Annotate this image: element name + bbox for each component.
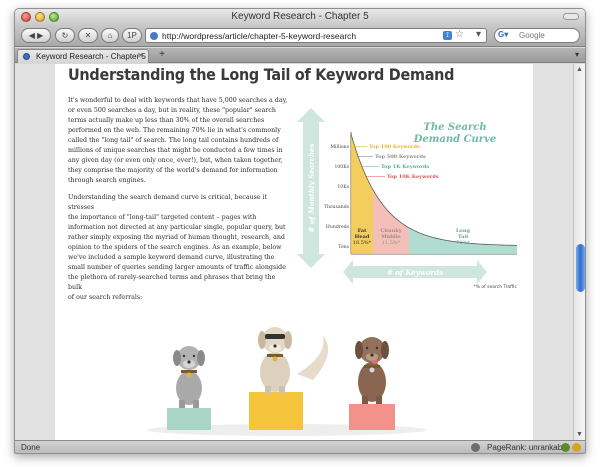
pagerank-status[interactable]: PageRank: unrankable xyxy=(487,443,568,452)
paragraph-line: information not directed at any particul… xyxy=(68,224,286,231)
search-box[interactable]: G▾ xyxy=(494,28,580,43)
paragraph-line: through search engines. xyxy=(68,177,146,184)
status-bar: Done PageRank: unrankable xyxy=(15,440,585,453)
paragraph-line: the plethora of rarely-searched terms an… xyxy=(68,274,276,291)
paragraph-line: they comprise the majority of the world'… xyxy=(68,167,278,174)
y-tick-label: 10Ks xyxy=(337,184,349,190)
segment-percent: 11.5%* xyxy=(382,240,401,246)
paragraph-line: It's wonderful to deal with keywords tha… xyxy=(68,97,288,104)
browser-window: Keyword Research - Chapter 5 ◀ ▶ ↻ ✕ ⌂ 1… xyxy=(14,8,586,454)
podium-left xyxy=(167,346,211,430)
page-title: Understanding the Long Tail of Keyword D… xyxy=(68,65,455,84)
site-identity-icon[interactable] xyxy=(150,32,158,40)
paragraph-line: any given day (or even only once, ever!)… xyxy=(68,157,283,164)
window-title: Keyword Research - Chapter 5 xyxy=(231,11,369,22)
address-bar[interactable]: http://wordpress/article/chapter-5-keywo… xyxy=(145,28,487,43)
google-engine-icon[interactable]: G▾ xyxy=(498,30,516,41)
chart-footnote: *% of search Traffic xyxy=(473,284,517,290)
x-axis-label: # of Keywords xyxy=(387,268,443,277)
stop-button[interactable]: ✕ xyxy=(78,28,98,43)
gray-dog-icon xyxy=(173,346,205,408)
paragraph-long-tail-intro: It's wonderful to deal with keywords tha… xyxy=(68,96,288,186)
annotation-label: Top 1K Keywords xyxy=(381,164,429,170)
tab-bar: Keyword Research - Chapter 5 ✕ + ▾ xyxy=(15,48,585,63)
dogs-on-podiums-illustration xyxy=(147,327,427,436)
y-tick-label: 100Ks xyxy=(334,164,349,170)
paragraph-line: terms actually make up less than 30% of … xyxy=(68,117,265,124)
addon-icon[interactable] xyxy=(561,443,570,452)
podium-center xyxy=(249,327,329,430)
segment-percent: 70%* xyxy=(456,240,470,246)
article-page: Understanding the Long Tail of Keyword D… xyxy=(55,64,533,440)
title-bar: Keyword Research - Chapter 5 xyxy=(15,9,585,25)
bookmark-star-icon[interactable]: ☆ xyxy=(455,29,464,40)
tab-keyword-research[interactable]: Keyword Research - Chapter 5 ✕ xyxy=(17,49,149,63)
stop-icon: ✕ xyxy=(84,31,92,40)
status-text: Done xyxy=(21,443,41,452)
tab-list-icon[interactable]: ▾ xyxy=(575,50,579,59)
search-demand-curve-chart: # of Monthly Searches # of Keywords The … xyxy=(297,108,518,290)
scroll-thumb[interactable] xyxy=(576,244,585,292)
y-tick-label: Thousands xyxy=(324,204,350,210)
tab-close-icon[interactable]: ✕ xyxy=(137,51,144,60)
paragraph-line: performed on the web. The remaining 70% … xyxy=(68,127,281,134)
chart-title-line-2: Demand Curve xyxy=(413,134,497,145)
security-icon[interactable] xyxy=(471,443,480,452)
pr-label: 1P xyxy=(127,31,137,40)
search-input[interactable] xyxy=(519,30,575,41)
scroll-up-icon[interactable]: ▲ xyxy=(576,66,583,73)
address-dropdown-icon[interactable]: ▾ xyxy=(476,29,481,40)
annotation-label: Top 10K Keywords xyxy=(387,174,439,180)
x-axis-arrow: # of Keywords xyxy=(343,260,487,284)
y-axis-arrow: # of Monthly Searches xyxy=(297,108,325,268)
paragraph-line: millions of unique searches that might b… xyxy=(68,147,283,154)
paragraph-line: the importance of "long-tail" targeted c… xyxy=(68,214,257,221)
segment-percent: 18.5%* xyxy=(353,240,372,246)
paragraph-line: rather simply exposing the myriad of hum… xyxy=(68,234,285,241)
paragraph-line: opinion to the spiders of the search eng… xyxy=(68,244,282,251)
navigation-toolbar: ◀ ▶ ↻ ✕ ⌂ 1P http://wordpress/article/ch… xyxy=(15,25,585,47)
toolbar-toggle-button[interactable] xyxy=(563,13,579,20)
paragraph-line: called the "long tail" of search. The lo… xyxy=(68,137,279,144)
paragraph-line: small number of queries sending larger a… xyxy=(68,264,286,271)
y-tick-label: Millions xyxy=(330,144,349,150)
reload-icon: ↻ xyxy=(61,31,69,40)
y-tick-label: Tens xyxy=(338,244,349,250)
page-viewport: Understanding the Long Tail of Keyword D… xyxy=(15,64,573,440)
url-text[interactable]: http://wordpress/article/chapter-5-keywo… xyxy=(162,31,356,41)
paragraph-line: Understanding the search demand curve is… xyxy=(68,194,268,211)
home-button[interactable]: ⌂ xyxy=(101,28,119,43)
new-tab-button[interactable]: + xyxy=(155,49,169,61)
back-forward-buttons[interactable]: ◀ ▶ xyxy=(21,28,51,43)
tab-label: Keyword Research - Chapter 5 xyxy=(36,52,146,61)
paragraph-line: we've included a sample keyword demand c… xyxy=(68,254,275,261)
demand-curve xyxy=(350,133,518,254)
home-icon: ⌂ xyxy=(107,31,113,40)
paragraph-line: or even 500 searches a day, but in reali… xyxy=(68,107,276,114)
forward-arrow-icon[interactable]: ▶ xyxy=(37,31,43,40)
wordpress-favicon-icon xyxy=(23,53,30,60)
y-axis-label: # of Monthly Searches xyxy=(307,144,316,233)
y-tick-label: Hundreds xyxy=(326,224,350,230)
pr-button[interactable]: 1P xyxy=(122,28,142,43)
extension-icon[interactable] xyxy=(572,443,581,452)
brown-dog-icon xyxy=(355,337,389,404)
back-arrow-icon[interactable]: ◀ xyxy=(29,31,35,40)
podium-right xyxy=(349,337,395,430)
annotation-label: Top 100 Keywords xyxy=(369,144,420,150)
paragraph-demand-curve: Understanding the search demand curve is… xyxy=(68,193,288,303)
keyword-annotations: Top 100 Keywords Top 500 Keywords Top 1K K… xyxy=(353,144,439,180)
rss-feed-icon[interactable]: ⟟ xyxy=(443,31,452,40)
annotation-label: Top 500 Keywords xyxy=(375,154,426,160)
reload-button[interactable]: ↻ xyxy=(55,28,75,43)
cream-dog-with-sunglasses-icon xyxy=(258,327,329,394)
y-tick-labels: Millions 100Ks 10Ks Thousands Hundreds Tens xyxy=(324,144,350,250)
scroll-down-icon[interactable]: ▼ xyxy=(576,431,583,438)
chart-title-line-1: The Search xyxy=(423,122,486,133)
vertical-scrollbar[interactable]: ▲ ▼ xyxy=(573,64,585,440)
